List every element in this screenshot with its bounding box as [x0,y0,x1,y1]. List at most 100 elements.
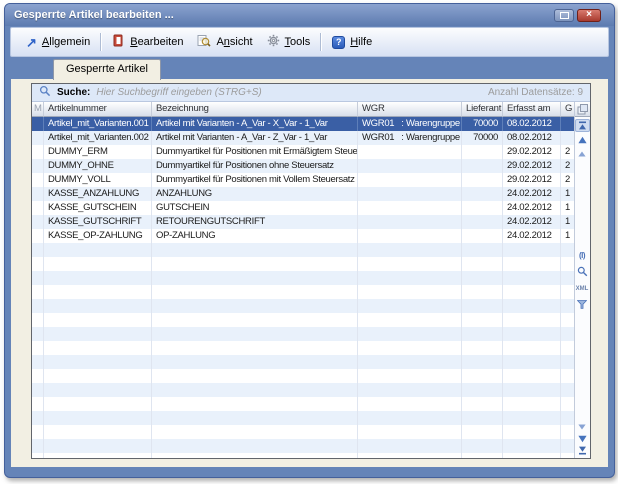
column-header-artikelnummer[interactable]: Artikelnummer [44,102,152,117]
column-header-m[interactable]: M [32,102,44,117]
cell-g [561,355,575,369]
cell-erfasst: 08.02.2012 [503,117,561,131]
column-header-g[interactable]: G [561,102,575,117]
grid-search-icon[interactable] [576,266,588,277]
table-row-empty [32,383,575,397]
table-row-empty [32,453,575,458]
page-up-icon[interactable] [576,134,588,145]
cell-bezeichnung [152,299,358,313]
table-row[interactable]: Artikel_mit_Varianten.002Artikel mit Var… [32,131,575,145]
column-header-wgr[interactable]: WGR [358,102,462,117]
cell-lieferant [462,341,503,355]
column-header-lieferant[interactable]: Lieferant [462,102,503,117]
xml-export-icon[interactable]: XML [576,283,588,294]
cell-m [32,327,44,341]
grid-rows: Artikel_mit_Varianten.001Artikel mit Var… [32,117,575,458]
cell-m [32,425,44,439]
cell-bezeichnung [152,411,358,425]
table-row[interactable]: KASSE_OP-ZAHLUNGOP-ZAHLUNG24.02.20121 [32,229,575,243]
cell-erfasst [503,257,561,271]
table-row[interactable]: DUMMY_VOLLDummyartikel für Positionen mi… [32,173,575,187]
cell-wgr [358,299,462,313]
toolbar-item-tools[interactable]: Tools [260,31,318,53]
cell-lieferant [462,257,503,271]
close-button[interactable]: × [577,9,601,22]
toolbar-item-bearbeiten[interactable]: Bearbeiten [105,31,190,53]
cell-bezeichnung [152,453,358,458]
scroll-up-icon[interactable] [576,148,588,159]
table-row-empty [32,369,575,383]
restore-button[interactable] [554,9,574,22]
cell-lieferant [462,285,503,299]
record-paren-icon[interactable]: (I) [576,250,588,261]
cell-lieferant [462,159,503,173]
filter-funnel-icon[interactable] [576,299,588,310]
go-last-record-icon[interactable] [576,445,588,456]
search-input[interactable]: Hier Suchbegriff eingeben (STRG+S) [96,87,482,98]
cell-m [32,201,44,215]
cell-lieferant [462,271,503,285]
cell-bezeichnung: Artikel mit Varianten - A_Var - X_Var - … [152,117,358,131]
cell-m [32,313,44,327]
cell-bezeichnung [152,257,358,271]
cell-artikelnummer [44,411,152,425]
cell-artikelnummer [44,453,152,458]
table-row[interactable]: DUMMY_OHNEDummyartikel für Positionen oh… [32,159,575,173]
table-row[interactable]: DUMMY_ERMDummyartikel für Positionen mit… [32,145,575,159]
cell-lieferant: 70000 [462,117,503,131]
cell-artikelnummer: KASSE_OP-ZAHLUNG [44,229,152,243]
cell-artikelnummer: DUMMY_OHNE [44,159,152,173]
red-notebook-icon [112,34,125,50]
cell-g [561,341,575,355]
cell-g [561,327,575,341]
toolbar-item-label: Tools [285,36,311,48]
cell-erfasst [503,397,561,411]
scroll-down-icon[interactable] [576,421,588,432]
cell-artikelnummer [44,285,152,299]
table-row-empty [32,439,575,453]
go-first-record-icon[interactable] [575,119,590,132]
column-header-erfasst-am[interactable]: Erfasst am [503,102,561,117]
table-row[interactable]: KASSE_ANZAHLUNGANZAHLUNG24.02.20121 [32,187,575,201]
cell-lieferant [462,145,503,159]
tab-gesperrte-artikel[interactable]: Gesperrte Artikel [53,59,161,80]
cell-artikelnummer [44,397,152,411]
cell-lieferant [462,397,503,411]
table-row[interactable]: Artikel_mit_Varianten.001Artikel mit Var… [32,117,575,131]
record-count: Anzahl Datensätze: 9 [488,87,583,98]
cell-erfasst [503,453,561,458]
grid-header: M Artikelnummer Bezeichnung WGR Lieferan… [32,102,575,117]
table-row-empty [32,285,575,299]
cell-artikelnummer: Artikel_mit_Varianten.001 [44,117,152,131]
cell-g [561,313,575,327]
cell-lieferant [462,215,503,229]
toolbar-item-ansicht[interactable]: Ansicht [190,31,259,53]
table-row-empty [32,341,575,355]
cell-m [32,453,44,458]
column-header-bezeichnung[interactable]: Bezeichnung [152,102,358,117]
page-down-icon[interactable] [576,433,588,444]
toolbar-item-allgemein[interactable]: ↗ Allgemein [19,33,97,52]
cell-m [32,411,44,425]
cell-g: 1 [561,229,575,243]
cell-wgr [358,271,462,285]
toolbar-item-label: Ansicht [216,36,252,48]
toolbar-item-hilfe[interactable]: ? Hilfe [325,33,379,52]
column-chooser-icon[interactable] [575,102,590,117]
table-row[interactable]: KASSE_GUTSCHEINGUTSCHEIN24.02.20121 [32,201,575,215]
cell-g [561,369,575,383]
cell-wgr [358,313,462,327]
table-row[interactable]: KASSE_GUTSCHRIFTRETOURENGUTSCHRIFT24.02.… [32,215,575,229]
cell-bezeichnung [152,341,358,355]
cell-m [32,187,44,201]
cell-lieferant: 70000 [462,131,503,145]
cell-erfasst: 29.02.2012 [503,159,561,173]
cell-m [32,243,44,257]
cell-artikelnummer [44,299,152,313]
cell-wgr [358,215,462,229]
cell-erfasst [503,285,561,299]
toolbar-item-label: Bearbeiten [130,36,183,48]
restore-icon [560,12,569,19]
cell-bezeichnung [152,355,358,369]
cell-g [561,285,575,299]
